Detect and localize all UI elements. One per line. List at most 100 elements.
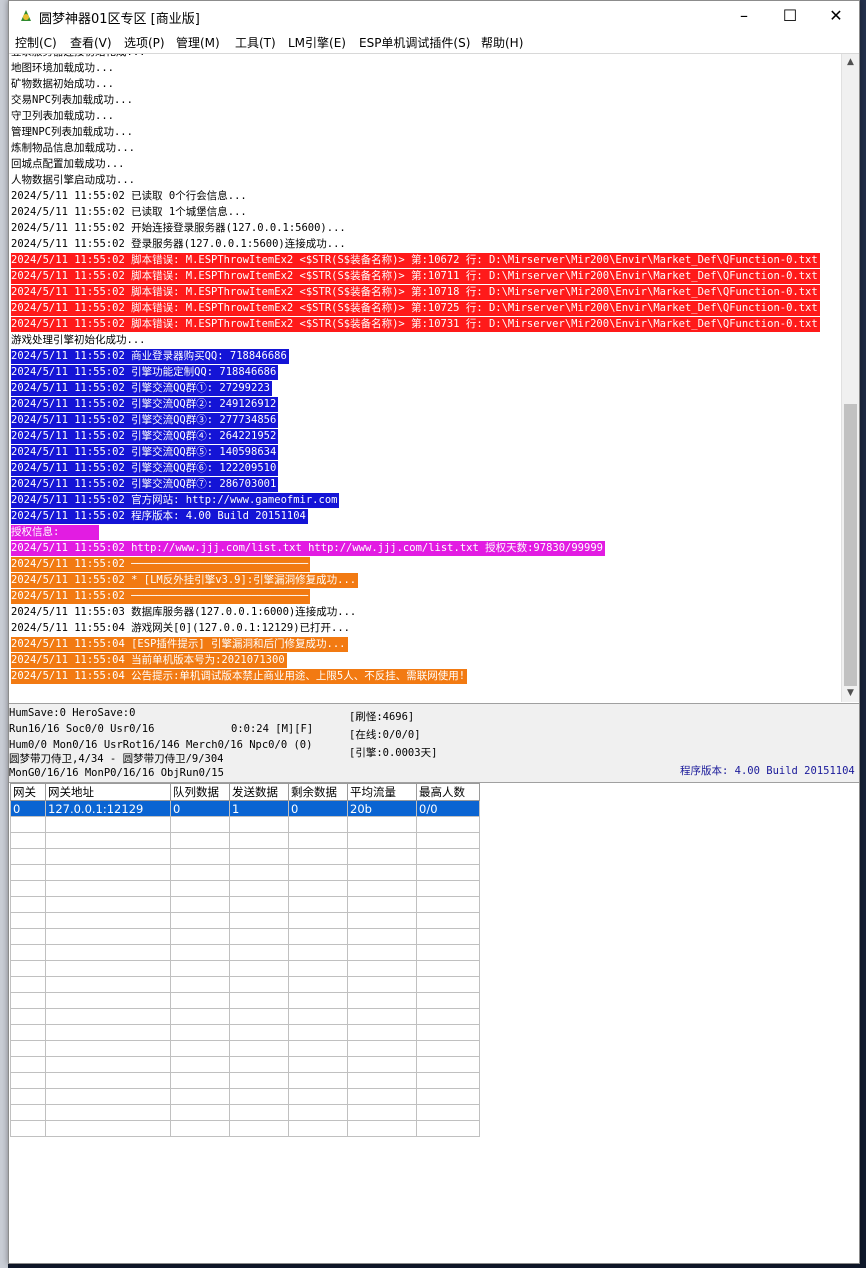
menu-tools[interactable]: 工具(T): [235, 34, 276, 51]
table-cell: [416, 1024, 480, 1041]
column-header[interactable]: 最高人数: [416, 783, 480, 801]
table-cell: [10, 1040, 46, 1057]
minimize-icon[interactable]: –: [721, 1, 767, 31]
table-cell: [170, 944, 230, 961]
table-cell: 0/0: [416, 800, 480, 817]
table-row[interactable]: [10, 944, 480, 961]
menu-help[interactable]: 帮助(H): [481, 34, 523, 51]
table-cell: [229, 1088, 289, 1105]
column-header[interactable]: 平均流量: [347, 783, 417, 801]
app-icon: [21, 10, 31, 21]
log-line: 2024/5/11 11:55:02 ─────────────────────…: [11, 557, 311, 572]
scroll-thumb[interactable]: [844, 404, 857, 686]
log-line: 2024/5/11 11:55:02 ─────────────────────…: [11, 589, 311, 604]
column-header[interactable]: 队列数据: [170, 783, 230, 801]
table-cell: [347, 1104, 417, 1121]
log-line: 人物数据引擎启动成功...: [11, 174, 135, 186]
table-cell: [288, 832, 348, 849]
table-row[interactable]: [10, 848, 480, 865]
table-row[interactable]: [10, 816, 480, 833]
table-cell: [10, 864, 46, 881]
table-cell: [170, 864, 230, 881]
table-cell: [288, 816, 348, 833]
table-cell: [288, 848, 348, 865]
menu-view[interactable]: 查看(V): [70, 34, 112, 51]
scroll-down-icon[interactable]: ▼: [842, 685, 859, 702]
log-line: 2024/5/11 11:55:02 官方网站: http://www.game…: [11, 493, 340, 508]
menu-manage[interactable]: 管理(M): [176, 34, 220, 51]
table-cell: [347, 1120, 417, 1137]
maximize-icon[interactable]: ☐: [767, 1, 813, 31]
table-cell: [288, 976, 348, 993]
table-row[interactable]: [10, 960, 480, 977]
table-cell: [288, 1072, 348, 1089]
scroll-up-icon[interactable]: ▲: [842, 54, 859, 71]
table-cell: [10, 1120, 46, 1137]
table-cell: [170, 1104, 230, 1121]
table-row[interactable]: [10, 1104, 480, 1121]
table-cell: [347, 880, 417, 897]
menu-bar: 控制(C) 查看(V) 选项(P) 管理(M) 工具(T) LM引擎(E) ES…: [9, 31, 859, 54]
table-row[interactable]: [10, 832, 480, 849]
table-cell: [10, 848, 46, 865]
table-cell: [288, 992, 348, 1009]
table-row[interactable]: 0 127.0.0.1:12129 0 1 0 20b 0/0: [10, 800, 480, 817]
status-save: HumSave:0 HeroSave:0: [9, 707, 136, 719]
table-cell: [288, 1088, 348, 1105]
log-line: 2024/5/11 11:55:02 * [LM反外挂引擎v3.9]:引擎漏洞修…: [11, 573, 359, 588]
log-output[interactable]: 登录服务器连接初始化成... 地图环境加载成功... 矿物数据初始成功... 交易NP…: [9, 54, 841, 702]
title-bar[interactable]: 圆梦神器01区专区 [商业版] – ☐ ✕: [9, 1, 859, 31]
log-line: 2024/5/11 11:55:02 脚本错误: M.ESPThrowItemE…: [11, 269, 820, 284]
table-cell: [288, 944, 348, 961]
gateway-table: 网关 网关地址 队列数据 发送数据 剩余数据 平均流量 最高人数 0 127.0.0.1:121…: [10, 783, 480, 1137]
table-cell: [170, 1072, 230, 1089]
menu-esp-plugin[interactable]: ESP单机调试插件(S): [359, 34, 470, 51]
table-cell: [170, 896, 230, 913]
table-row[interactable]: [10, 928, 480, 945]
table-row[interactable]: [10, 880, 480, 897]
table-cell: [45, 1088, 171, 1105]
table-cell: [229, 1056, 289, 1073]
table-cell: [229, 1040, 289, 1057]
table-cell: [229, 912, 289, 929]
table-row[interactable]: [10, 1120, 480, 1137]
table-row[interactable]: [10, 1088, 480, 1105]
table-cell: [229, 1120, 289, 1137]
log-line: 2024/5/11 11:55:02 程序版本: 4.00 Build 2015…: [11, 509, 308, 524]
table-row[interactable]: [10, 1008, 480, 1025]
column-header[interactable]: 网关: [10, 783, 46, 801]
table-row[interactable]: [10, 1024, 480, 1041]
table-cell: [45, 992, 171, 1009]
table-cell: [10, 816, 46, 833]
column-header[interactable]: 网关地址: [45, 783, 171, 801]
table-cell: [288, 1008, 348, 1025]
table-row[interactable]: [10, 896, 480, 913]
log-scrollbar[interactable]: ▲ ▼: [841, 54, 859, 702]
table-row[interactable]: [10, 992, 480, 1009]
menu-options[interactable]: 选项(P): [124, 34, 165, 51]
table-cell: [170, 1056, 230, 1073]
table-row[interactable]: [10, 864, 480, 881]
table-cell: 0: [170, 800, 230, 817]
log-line: 2024/5/11 11:55:02 引擎交流QQ群⑦: 286703001: [11, 477, 279, 492]
log-line: 管理NPC列表加载成功...: [11, 126, 133, 138]
table-cell: [416, 912, 480, 929]
table-cell: [416, 928, 480, 945]
column-header[interactable]: 剩余数据: [288, 783, 348, 801]
table-row[interactable]: [10, 1072, 480, 1089]
table-cell: [45, 1072, 171, 1089]
table-row[interactable]: [10, 1040, 480, 1057]
menu-control[interactable]: 控制(C): [15, 34, 57, 51]
log-line: 2024/5/11 11:55:02 已读取 0个行会信息...: [11, 190, 247, 202]
table-row[interactable]: [10, 976, 480, 993]
menu-lm-engine[interactable]: LM引擎(E): [288, 34, 346, 51]
table-cell: [45, 1008, 171, 1025]
table-cell: [347, 928, 417, 945]
table-cell: [170, 1024, 230, 1041]
table-cell: [416, 1072, 480, 1089]
table-row[interactable]: [10, 912, 480, 929]
close-icon[interactable]: ✕: [813, 1, 859, 31]
column-header[interactable]: 发送数据: [229, 783, 289, 801]
table-cell: [229, 960, 289, 977]
table-row[interactable]: [10, 1056, 480, 1073]
